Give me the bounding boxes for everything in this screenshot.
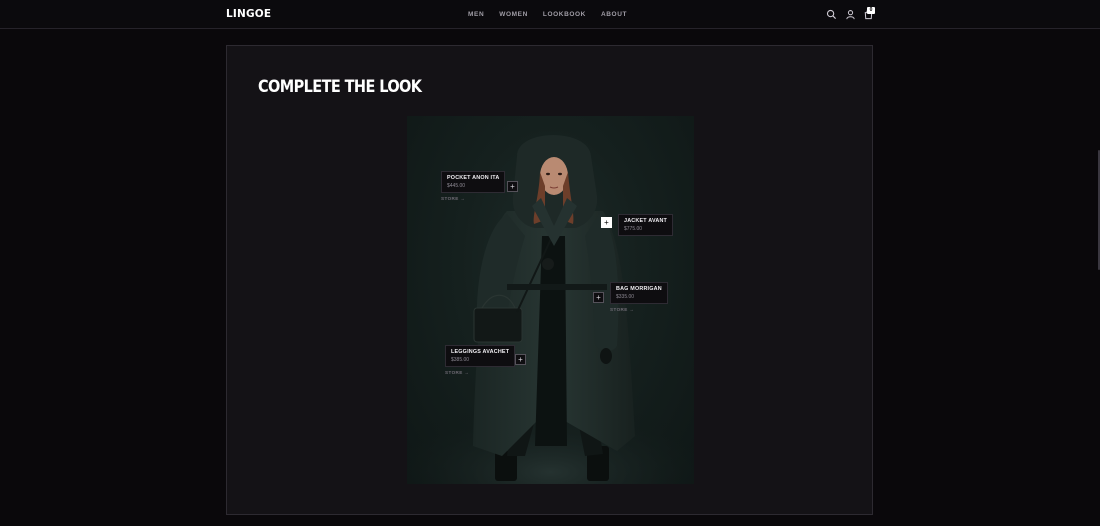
product-price: $335.00: [616, 294, 635, 300]
hotspot-plus-button[interactable]: +: [515, 354, 526, 365]
user-icon[interactable]: [845, 9, 856, 20]
product-price: $445.00: [447, 183, 466, 189]
brand-logo[interactable]: LINGOE: [226, 8, 271, 20]
product-tag-pocket-anon-ita[interactable]: POCKET ANON ITA $445.00: [441, 171, 506, 193]
complete-the-look-section: COMPLETE THE LOOK POCKET ANON ITA $445.0…: [226, 45, 873, 515]
product-price: $385.00: [451, 357, 470, 363]
store-link[interactable]: STORE →: [445, 370, 469, 375]
hotspot-plus-button-active[interactable]: +: [601, 217, 612, 228]
top-header: LINGOE MEN WOMEN LOOKBOOK ABOUT 0: [0, 0, 1100, 29]
product-tag-bag-morrigan[interactable]: BAG MORRIGAN $335.00: [610, 282, 668, 304]
store-link[interactable]: STORE →: [610, 307, 634, 312]
section-title: COMPLETE THE LOOK: [258, 78, 422, 97]
cart-count-badge: 0: [867, 7, 875, 14]
main-nav: MEN WOMEN LOOKBOOK ABOUT: [468, 11, 627, 18]
product-name: BAG MORRIGAN: [616, 286, 662, 292]
product-tag-jacket-avant[interactable]: JACKET AVANT $775.00: [618, 214, 674, 236]
lookbook-image: POCKET ANON ITA $445.00 + STORE → + JACK…: [407, 116, 694, 484]
nav-women[interactable]: WOMEN: [499, 11, 528, 18]
nav-lookbook[interactable]: LOOKBOOK: [543, 11, 586, 18]
product-name: POCKET ANON ITA: [447, 175, 500, 181]
product-price: $775.00: [624, 226, 643, 232]
product-tag-leggings-avachet[interactable]: LEGGINGS AVACHET $385.00: [445, 345, 516, 367]
product-name: JACKET AVANT: [624, 218, 668, 224]
nav-about[interactable]: ABOUT: [601, 11, 627, 18]
hotspot-plus-button[interactable]: +: [507, 181, 518, 192]
store-link[interactable]: STORE →: [441, 196, 465, 201]
hotspot-plus-button[interactable]: +: [593, 292, 604, 303]
nav-men[interactable]: MEN: [468, 11, 484, 18]
search-icon[interactable]: [826, 9, 837, 20]
product-name: LEGGINGS AVACHET: [451, 349, 510, 355]
